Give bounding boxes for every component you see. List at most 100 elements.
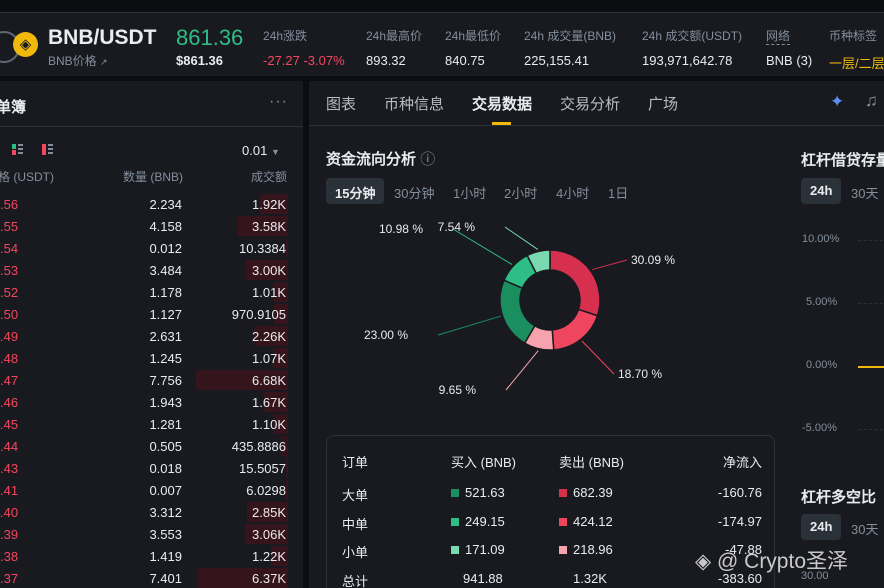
precision-select[interactable]: 0.01 ▼ bbox=[242, 143, 280, 158]
margin-period-24h[interactable]: 24h bbox=[801, 178, 842, 204]
table-header-cell: 净流入 bbox=[722, 455, 762, 470]
row-price: .54 bbox=[0, 241, 19, 256]
orderbook-row[interactable]: .41 0.007 6.0298 bbox=[0, 479, 288, 501]
orderbook-row[interactable]: .37 7.401 6.37K bbox=[0, 567, 288, 588]
row-amount: 2.234 bbox=[149, 197, 182, 212]
orderbook-row[interactable]: .48 1.245 1.07K bbox=[0, 347, 288, 369]
ask-view-icon[interactable] bbox=[42, 144, 53, 155]
info-icon[interactable]: ⓘ bbox=[420, 151, 435, 168]
margin-tick-neg5: -5.00% bbox=[802, 422, 837, 434]
orderbook-row[interactable]: .43 0.018 15.5057 bbox=[0, 457, 288, 479]
margin-zero-line bbox=[858, 366, 884, 368]
row-amount: 1.419 bbox=[149, 549, 182, 564]
orderbook-row[interactable]: .52 1.178 1.01K bbox=[0, 281, 288, 303]
row-price: .45 bbox=[0, 417, 19, 432]
tab-coin-info[interactable]: 币种信息 bbox=[384, 93, 444, 114]
bell-icon[interactable]: ♫ bbox=[865, 91, 878, 111]
donut-label: 9.65 % bbox=[439, 383, 477, 397]
more-menu-icon[interactable]: ··· bbox=[269, 93, 288, 111]
table-cell-value: 521.63 bbox=[465, 485, 505, 500]
period-15m[interactable]: 15分钟 bbox=[326, 178, 385, 204]
period-1d[interactable]: 1日 bbox=[608, 178, 628, 204]
row-total: 10.3384 bbox=[239, 241, 286, 256]
row-price: .38 bbox=[0, 549, 19, 564]
row-price: .48 bbox=[0, 351, 19, 366]
table-cell-value: -174.97 bbox=[717, 513, 762, 529]
stat-label: 24h最高价 bbox=[366, 29, 423, 43]
orderbook-row[interactable]: .54 0.012 10.3384 bbox=[0, 237, 288, 259]
col-price-header: 格 (USDT) bbox=[0, 170, 54, 184]
table-cell: 小单 bbox=[342, 542, 368, 561]
donut-label: 7.54 % bbox=[438, 220, 476, 234]
stat-label: 24h涨跌 bbox=[263, 29, 308, 43]
orderbook-row[interactable]: .55 4.158 3.58K bbox=[0, 215, 288, 237]
margin-period-30d[interactable]: 30天 bbox=[851, 178, 878, 204]
row-total: 6.0298 bbox=[246, 483, 286, 498]
orderbook-row[interactable]: .40 3.312 2.85K bbox=[0, 501, 288, 523]
donut-leader-line bbox=[592, 259, 628, 271]
pair-subtitle[interactable]: BNB价格 ↗ bbox=[48, 52, 108, 69]
period-1h[interactable]: 1小时 bbox=[453, 178, 486, 204]
row-amount: 1.245 bbox=[149, 351, 182, 366]
stat-value[interactable]: BNB (3) bbox=[766, 53, 812, 68]
row-total: 3.58K bbox=[252, 219, 286, 234]
orderbook-row[interactable]: .47 7.756 6.68K bbox=[0, 369, 288, 391]
flow-donut-chart: 30.09 % 18.70 % 9.65 % 23.00 % 10.98 % 7.54 % bbox=[364, 220, 675, 397]
period-30m[interactable]: 30分钟 bbox=[394, 178, 434, 204]
margin-title: 杠杆借贷存量 bbox=[801, 152, 884, 169]
donut-leader-line bbox=[437, 315, 501, 336]
row-price: .53 bbox=[0, 263, 19, 278]
table-cell: 中单 bbox=[342, 514, 368, 533]
row-amount: 7.756 bbox=[149, 373, 182, 388]
external-link-icon: ↗ bbox=[100, 57, 108, 67]
orderbook-row[interactable]: .39 3.553 3.06K bbox=[0, 523, 288, 545]
ls-period-30d[interactable]: 30天 bbox=[851, 514, 878, 540]
table-cell: 大单 bbox=[342, 485, 368, 504]
ls-period-24h[interactable]: 24h bbox=[801, 514, 842, 540]
orderbook-row[interactable]: .44 0.505 435.8886 bbox=[0, 435, 288, 457]
table-cell: 218.96 bbox=[559, 542, 613, 557]
table-cell-value: 171.09 bbox=[465, 542, 505, 557]
binance-square-icon: ◈ bbox=[695, 550, 712, 573]
row-total: 970.9105 bbox=[231, 307, 286, 322]
donut-slice[interactable] bbox=[551, 308, 599, 351]
tab-trading-data[interactable]: 交易数据 bbox=[472, 93, 532, 114]
row-price: .37 bbox=[0, 571, 19, 586]
orderbook-row[interactable]: .49 2.631 2.26K bbox=[0, 325, 288, 347]
row-amount: 0.012 bbox=[149, 241, 182, 256]
table-cell: -160.76 bbox=[718, 485, 762, 500]
row-price: .56 bbox=[0, 197, 19, 212]
orderbook-row[interactable]: .53 3.484 3.00K bbox=[0, 259, 288, 281]
donut-leader-line bbox=[504, 226, 539, 250]
sparkle-icon[interactable]: ✦ bbox=[830, 92, 844, 112]
row-price: .41 bbox=[0, 483, 19, 498]
orderbook-row[interactable]: .45 1.281 1.10K bbox=[0, 413, 288, 435]
orderbook-row[interactable]: .56 2.234 1.92K bbox=[0, 193, 288, 215]
orderbook-panel: 单簿 ··· 0.01 ▼ 格 (USDT) 数量 (BNB) 成交额 .56 2… bbox=[0, 81, 303, 588]
donut-slice[interactable] bbox=[549, 249, 601, 317]
tab-trading-analysis[interactable]: 交易分析 bbox=[560, 93, 620, 114]
donut-label: 18.70 % bbox=[618, 367, 662, 381]
row-total: 1.22K bbox=[252, 549, 286, 564]
legend-square-icon bbox=[451, 489, 459, 497]
donut-slice[interactable] bbox=[499, 279, 536, 345]
stat-value: 193,971,642.78 bbox=[642, 53, 733, 68]
sell-view-icon[interactable] bbox=[12, 144, 23, 155]
orderbook-row[interactable]: .46 1.943 1.67K bbox=[0, 391, 288, 413]
stat-value[interactable]: 一层/二层 bbox=[829, 53, 884, 72]
row-price: .47 bbox=[0, 373, 19, 388]
row-total: 6.68K bbox=[252, 373, 286, 388]
pair-name[interactable]: BNB/USDT bbox=[48, 26, 157, 50]
orderbook-row[interactable]: .38 1.419 1.22K bbox=[0, 545, 288, 567]
period-2h[interactable]: 2小时 bbox=[504, 178, 537, 204]
tab-chart[interactable]: 图表 bbox=[326, 93, 356, 114]
table-header-cell: 买入 (BNB) bbox=[451, 455, 517, 470]
orderbook-row[interactable]: .50 1.127 970.9105 bbox=[0, 303, 288, 325]
row-total: 6.37K bbox=[252, 571, 286, 586]
tab-square[interactable]: 广场 bbox=[648, 93, 678, 114]
row-total: 3.06K bbox=[252, 527, 286, 542]
stat-label: 币种标签 bbox=[829, 29, 878, 43]
period-4h[interactable]: 4小时 bbox=[556, 178, 589, 204]
donut-label: 10.98 % bbox=[379, 222, 423, 236]
table-cell: 682.39 bbox=[559, 485, 613, 500]
